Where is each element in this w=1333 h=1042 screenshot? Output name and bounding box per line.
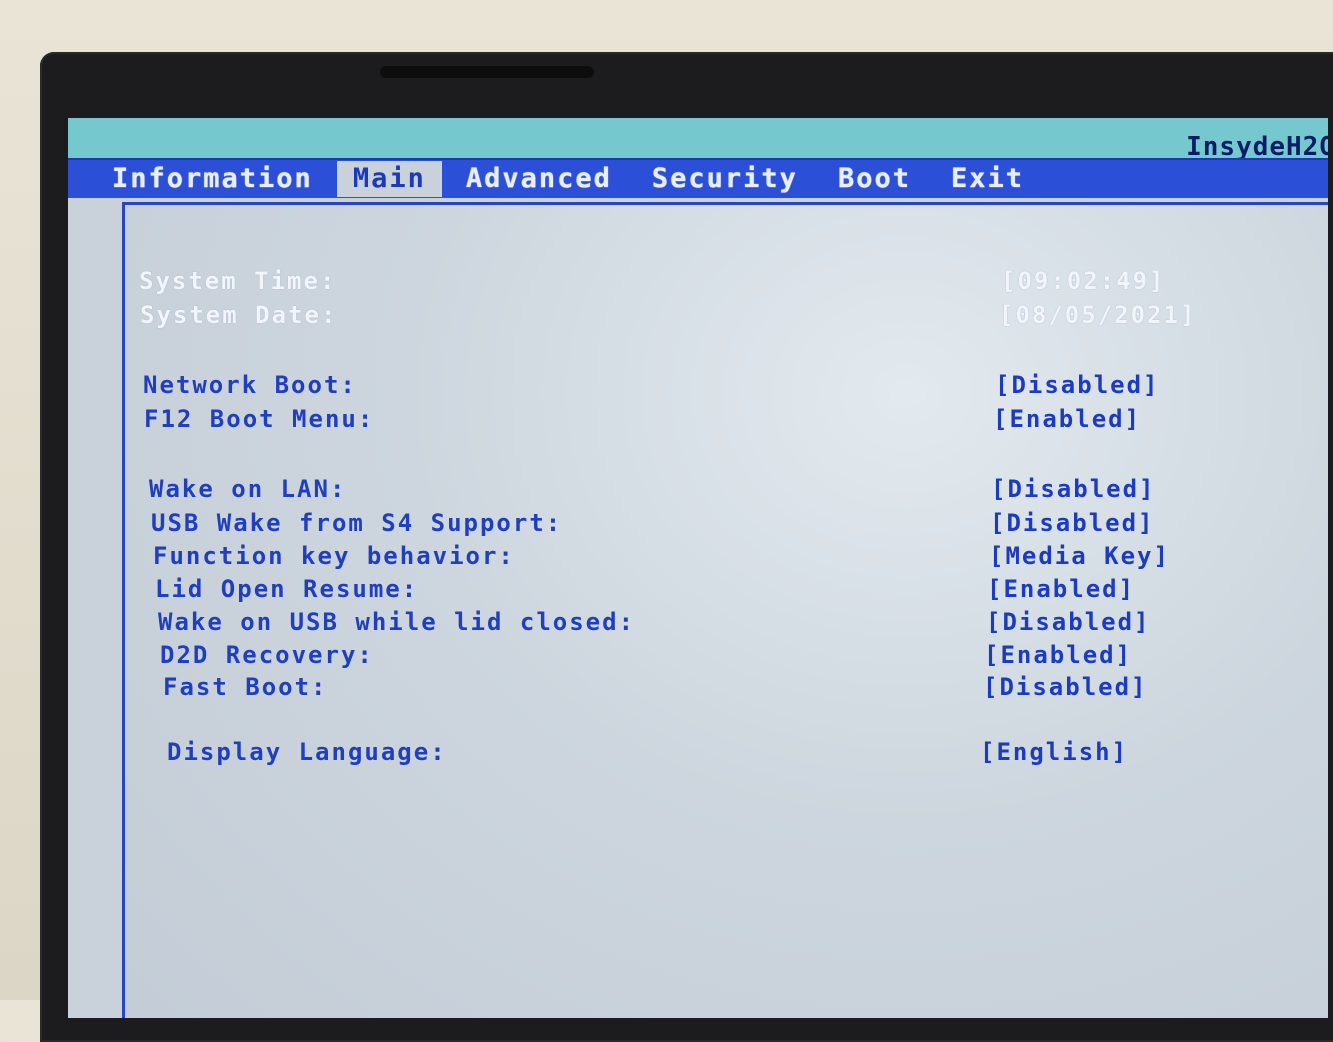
setting-row-f12-boot-menu[interactable]: F12 Boot Menu: [Enabled] [125, 405, 1328, 439]
setting-value[interactable]: [Enabled] [987, 575, 1135, 603]
setting-row-function-key[interactable]: Function key behavior: [Media Key] [125, 542, 1328, 576]
setting-row-lid-open-resume[interactable]: Lid Open Resume: [Enabled] [125, 575, 1328, 609]
tab-main[interactable]: Main [336, 161, 442, 197]
camera-notch [380, 66, 594, 78]
tab-security[interactable]: Security [636, 161, 814, 197]
setting-row-wake-usb-lid-closed[interactable]: Wake on USB while lid closed: [Disabled] [125, 608, 1328, 642]
setting-label: USB Wake from S4 Support: [151, 509, 563, 537]
settings-panel: System Time: [09:02:49] System Date: [08… [122, 202, 1328, 1018]
setting-label: Display Language: [167, 738, 447, 766]
setting-value[interactable]: [Disabled] [983, 673, 1148, 701]
tab-boot[interactable]: Boot [822, 161, 927, 197]
setting-label: Function key behavior: [153, 542, 515, 570]
vendor-bar: InsydeH2O [68, 118, 1328, 162]
tab-exit[interactable]: Exit [935, 161, 1040, 197]
setting-label: Wake on USB while lid closed: [158, 608, 636, 636]
setting-row-d2d-recovery[interactable]: D2D Recovery: [Enabled] [125, 641, 1328, 675]
setting-label: Fast Boot: [163, 673, 328, 701]
setting-value[interactable]: [Disabled] [986, 608, 1151, 636]
setting-label: Network Boot: [143, 371, 357, 399]
setting-row-system-time[interactable]: System Time: [09:02:49] [125, 267, 1328, 301]
setting-value[interactable]: [09:02:49] [1001, 267, 1166, 295]
setting-value[interactable]: [Disabled] [995, 371, 1160, 399]
setting-label: Wake on LAN: [149, 475, 347, 503]
setting-row-wake-on-lan[interactable]: Wake on LAN: [Disabled] [125, 475, 1328, 509]
setting-row-system-date[interactable]: System Date: [08/05/2021] [125, 301, 1328, 335]
setting-row-display-language[interactable]: Display Language: [English] [125, 738, 1328, 772]
setting-value[interactable]: [Enabled] [993, 405, 1141, 433]
setting-value[interactable]: [Disabled] [990, 509, 1155, 537]
bios-screen: InsydeH2O Information Main Advanced Secu… [68, 118, 1328, 1018]
setting-value[interactable]: [Enabled] [984, 641, 1132, 669]
setting-label: System Date: [140, 301, 338, 329]
tab-information[interactable]: Information [96, 161, 329, 197]
setting-value[interactable]: [Media Key] [989, 542, 1170, 570]
setting-label: D2D Recovery: [160, 641, 374, 669]
setting-label: Lid Open Resume: [155, 575, 419, 603]
setting-value[interactable]: [08/05/2021] [999, 301, 1196, 329]
setting-label: F12 Boot Menu: [144, 405, 375, 433]
menu-bar: Information Main Advanced Security Boot … [68, 158, 1328, 198]
setting-row-usb-wake-s4[interactable]: USB Wake from S4 Support: [Disabled] [125, 509, 1328, 543]
setting-value[interactable]: [English] [980, 738, 1128, 766]
setting-value[interactable]: [Disabled] [991, 475, 1156, 503]
setting-row-network-boot[interactable]: Network Boot: [Disabled] [125, 371, 1328, 405]
setting-label: System Time: [139, 267, 337, 295]
setting-row-fast-boot[interactable]: Fast Boot: [Disabled] [125, 673, 1328, 707]
tab-advanced[interactable]: Advanced [450, 161, 628, 197]
